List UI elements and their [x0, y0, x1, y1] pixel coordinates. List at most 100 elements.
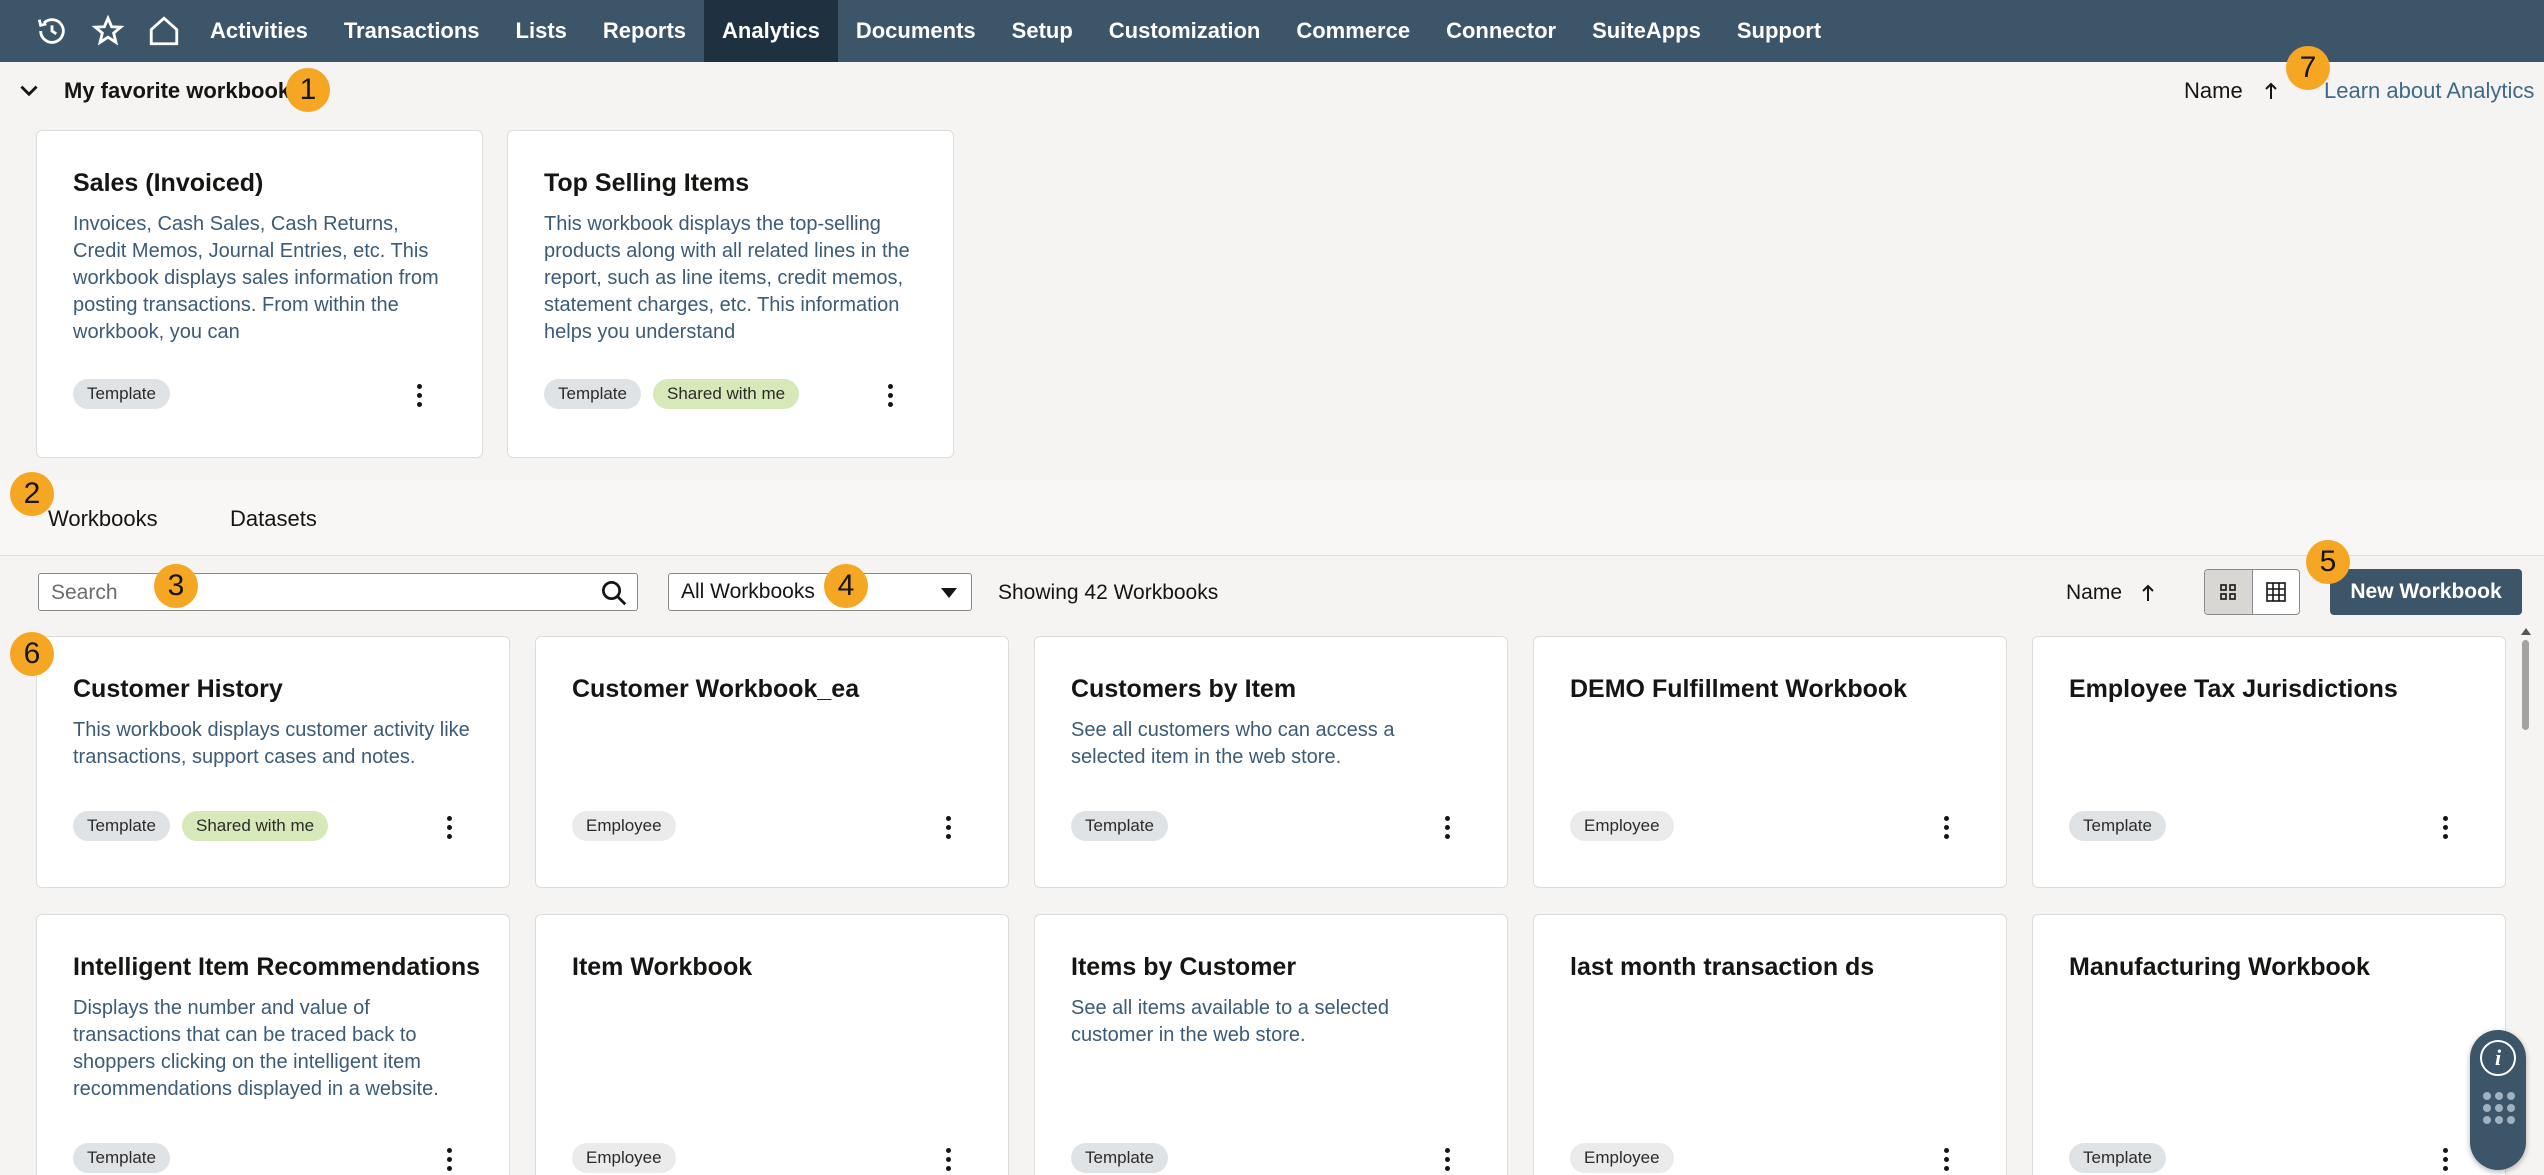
learn-about-analytics-link[interactable]: Learn about Analytics	[2324, 78, 2534, 104]
template-tag: Template	[544, 379, 641, 409]
nav-activities[interactable]: Activities	[192, 0, 326, 62]
template-tag: Template	[73, 811, 170, 841]
marker-badge: 4	[824, 564, 868, 608]
favorites-star-icon[interactable]	[80, 0, 136, 62]
card-title: Manufacturing Workbook	[2069, 953, 2370, 981]
workbook-card[interactable]: Item Workbook Employee	[535, 914, 1009, 1175]
more-options-icon[interactable]	[2435, 807, 2455, 847]
more-options-icon[interactable]	[439, 1139, 459, 1175]
drag-handle-icon[interactable]	[2483, 1092, 2515, 1124]
shared-with-me-tag: Shared with me	[652, 379, 800, 409]
more-options-icon[interactable]	[938, 1139, 958, 1175]
favorite-workbook-card[interactable]: Top Selling Items This workbook displays…	[507, 130, 954, 458]
nav-lists[interactable]: Lists	[498, 0, 585, 62]
template-tag: Template	[73, 379, 170, 409]
tab-datasets[interactable]: Datasets	[230, 506, 317, 532]
marker-badge: 2	[10, 472, 54, 516]
table-view-icon[interactable]	[2253, 570, 2300, 614]
search-icon[interactable]	[599, 578, 629, 608]
workbook-card[interactable]: Customers by Item See all customers who …	[1034, 636, 1508, 888]
nav-commerce[interactable]: Commerce	[1278, 0, 1428, 62]
card-title: Customer History	[73, 675, 283, 703]
nav-reports[interactable]: Reports	[585, 0, 704, 62]
workbook-card[interactable]: Customer Workbook_ea Employee	[535, 636, 1009, 888]
help-assistant-widget[interactable]: i	[2470, 1030, 2526, 1170]
search-input[interactable]	[51, 580, 571, 606]
more-options-icon[interactable]	[439, 807, 459, 847]
nav-setup[interactable]: Setup	[994, 0, 1091, 62]
card-title: DEMO Fulfillment Workbook	[1570, 675, 1908, 703]
filter-value: All Workbooks	[681, 580, 815, 603]
marker-badge: 5	[2306, 540, 2350, 584]
more-options-icon[interactable]	[1936, 807, 1956, 847]
nav-transactions[interactable]: Transactions	[326, 0, 498, 62]
employee-tag: Employee	[1570, 811, 1674, 841]
workbooks-toolbar: All Workbooks Showing 42 Workbooks Name …	[0, 557, 2544, 622]
scrollbar-thumb[interactable]	[2522, 640, 2529, 730]
nav-support[interactable]: Support	[1719, 0, 1839, 62]
favorites-title: My favorite workbooks	[64, 78, 303, 103]
template-tag: Template	[73, 1143, 170, 1173]
info-icon[interactable]: i	[2480, 1040, 2516, 1076]
favorite-workbook-card[interactable]: Sales (Invoiced) Invoices, Cash Sales, C…	[36, 130, 483, 458]
template-tag: Template	[1071, 811, 1168, 841]
template-tag: Template	[2069, 1143, 2166, 1173]
home-icon[interactable]	[136, 0, 192, 62]
workbook-card[interactable]: Customer History This workbook displays …	[36, 636, 510, 888]
employee-tag: Employee	[572, 1143, 676, 1173]
card-description: See all items available to a selected cu…	[1071, 997, 1389, 1046]
nav-analytics[interactable]: Analytics	[704, 0, 838, 62]
nav-connector[interactable]: Connector	[1428, 0, 1574, 62]
top-navigation: Activities Transactions Lists Reports An…	[0, 0, 2544, 62]
employee-tag: Employee	[1570, 1143, 1674, 1173]
new-workbook-button[interactable]: New Workbook	[2330, 569, 2522, 615]
tab-workbooks[interactable]: Workbooks	[48, 506, 158, 532]
card-title: Items by Customer	[1071, 953, 1297, 981]
marker-badge: 7	[2286, 46, 2330, 90]
more-options-icon[interactable]	[1936, 1139, 1956, 1175]
workbook-card[interactable]: DEMO Fulfillment Workbook Employee	[1533, 636, 2007, 888]
shared-with-me-tag: Shared with me	[181, 811, 329, 841]
more-options-icon[interactable]	[938, 807, 958, 847]
more-options-icon[interactable]	[880, 375, 900, 415]
favorites-collapse-toggle[interactable]: My favorite workbooks	[16, 78, 302, 104]
workbook-count: Showing 42 Workbooks	[998, 581, 1219, 604]
workbook-card[interactable]: last month transaction ds Employee	[1533, 914, 2007, 1175]
card-description: See all customers who can access a selec…	[1071, 719, 1395, 768]
nav-suiteapps[interactable]: SuiteApps	[1574, 0, 1719, 62]
sort-label: Name	[2184, 78, 2243, 103]
view-toggle	[2204, 569, 2300, 615]
card-title: Customers by Item	[1071, 675, 1297, 703]
sort-label: Name	[2066, 581, 2123, 604]
scroll-up-arrow-icon[interactable]	[2521, 628, 2531, 635]
card-title: Sales (Invoiced)	[73, 169, 264, 197]
card-description: Displays the number and value of transac…	[73, 997, 439, 1100]
more-options-icon[interactable]	[409, 375, 429, 415]
nav-customization[interactable]: Customization	[1091, 0, 1279, 62]
employee-tag: Employee	[572, 811, 676, 841]
workbook-filter-select[interactable]: All Workbooks	[668, 573, 972, 611]
workbook-card[interactable]: Intelligent Item Recommendations Display…	[36, 914, 510, 1175]
card-title: Item Workbook	[572, 953, 753, 981]
card-description: This workbook displays customer activity…	[73, 719, 470, 768]
marker-badge: 6	[10, 632, 54, 676]
nav-documents[interactable]: Documents	[838, 0, 994, 62]
recent-history-icon[interactable]	[24, 0, 80, 62]
more-options-icon[interactable]	[1437, 1139, 1457, 1175]
search-box	[38, 573, 638, 611]
more-options-icon[interactable]	[2435, 1139, 2455, 1175]
card-title: last month transaction ds	[1570, 953, 1875, 981]
card-title: Employee Tax Jurisdictions	[2069, 675, 2398, 703]
workbook-card[interactable]: Manufacturing Workbook Template	[2032, 914, 2506, 1175]
template-tag: Template	[1071, 1143, 1168, 1173]
favorites-header: My favorite workbooks Name Learn about A…	[0, 62, 2544, 118]
card-title: Customer Workbook_ea	[572, 675, 860, 703]
card-view-icon[interactable]	[2205, 570, 2253, 614]
workbook-card[interactable]: Items by Customer See all items availabl…	[1034, 914, 1508, 1175]
caret-down-icon	[941, 588, 957, 598]
arrow-up-icon	[2264, 82, 2277, 99]
more-options-icon[interactable]	[1437, 807, 1457, 847]
workbook-card[interactable]: Employee Tax Jurisdictions Template	[2032, 636, 2506, 888]
workbooks-sort-control[interactable]: Name	[2066, 581, 2156, 605]
favorites-sort-control[interactable]: Name	[2184, 78, 2279, 104]
